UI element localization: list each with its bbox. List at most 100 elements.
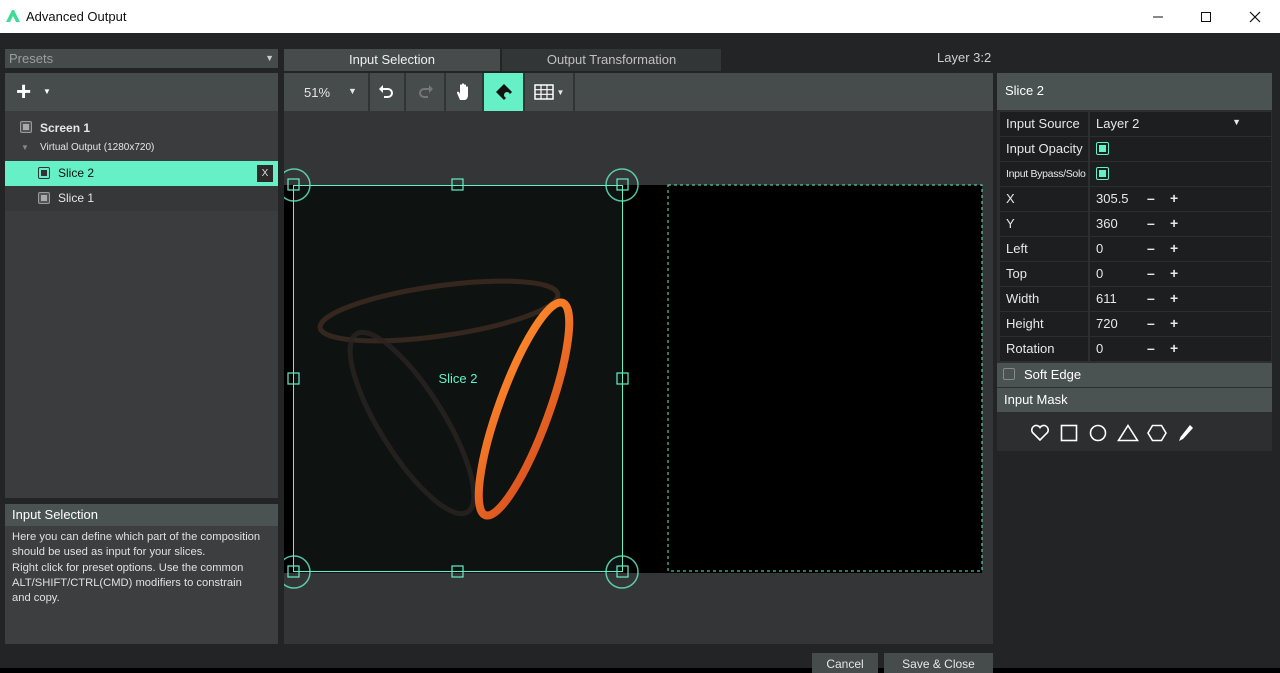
mask-shape-toolbar (997, 415, 1272, 451)
undo-icon (379, 85, 393, 98)
field-label: Height (1000, 312, 1088, 336)
minimize-button[interactable] (1135, 0, 1181, 33)
slice-1-enable-checkbox[interactable] (38, 192, 50, 204)
decrement-button[interactable]: – (1147, 240, 1155, 256)
decrement-button[interactable]: – (1147, 340, 1155, 356)
field-value: 0 (1096, 266, 1104, 281)
app-logo-icon (6, 10, 20, 22)
input-source-select[interactable]: Layer 2 ▼ (1090, 112, 1271, 136)
tab-input-selection[interactable]: Input Selection (284, 49, 500, 71)
soft-edge-row[interactable]: Soft Edge (997, 363, 1272, 387)
increment-button[interactable]: + (1170, 215, 1178, 231)
field-value-input[interactable]: 0 (1090, 337, 1271, 361)
remove-slice-button[interactable]: X (257, 165, 273, 182)
collapse-triangle-icon[interactable]: ▼ (21, 143, 29, 152)
field-value-input[interactable]: 305.5 (1090, 187, 1271, 211)
zoom-dropdown[interactable]: 51% ▼ (284, 73, 368, 111)
field-value: 360 (1096, 216, 1118, 231)
field-row-rotation: Rotation 0 – + (1000, 337, 1271, 361)
input-opacity-cell (1090, 137, 1271, 161)
increment-button[interactable]: + (1170, 290, 1178, 306)
tree-item-slice-1[interactable]: Slice 1 (5, 186, 278, 211)
triangle-icon[interactable] (1117, 424, 1139, 442)
inspector-title: Slice 2 (997, 73, 1272, 110)
soft-edge-checkbox[interactable] (1003, 368, 1015, 380)
screen-enable-checkbox[interactable] (20, 121, 32, 133)
circle-icon[interactable] (1089, 424, 1107, 442)
cancel-button[interactable]: Cancel (812, 653, 878, 673)
input-opacity-label: Input Opacity (1000, 137, 1088, 161)
field-value-input[interactable]: 720 (1090, 312, 1271, 336)
chevron-down-icon: ▼ (265, 53, 274, 63)
screen-label: Screen 1 (40, 121, 91, 135)
square-icon[interactable] (1060, 424, 1078, 442)
decrement-button[interactable]: – (1147, 265, 1155, 281)
toolbar-divider (444, 73, 446, 111)
tree-item-slice-2[interactable]: Slice 2 X (5, 161, 278, 186)
add-menu-caret-icon[interactable]: ▼ (43, 87, 51, 96)
presets-dropdown[interactable]: Presets ▼ (5, 49, 278, 68)
minimize-icon (1153, 16, 1163, 17)
field-value-input[interactable]: 0 (1090, 237, 1271, 261)
field-value-input[interactable]: 0 (1090, 262, 1271, 286)
help-line: Here you can define which part of the co… (12, 531, 261, 543)
field-row-width: Width 611 – + (1000, 287, 1271, 311)
chevron-down-icon: ▼ (348, 86, 357, 96)
redo-button[interactable] (410, 73, 442, 111)
pen-icon[interactable] (1178, 424, 1194, 442)
field-label: Rotation (1000, 337, 1088, 361)
input-bypass-label: Input Bypass/Solo (1000, 162, 1088, 186)
slice-2-enable-checkbox[interactable] (38, 167, 50, 179)
input-opacity-row: Input Opacity (1000, 137, 1271, 161)
help-title: Input Selection (5, 504, 278, 526)
field-value-input[interactable]: 611 (1090, 287, 1271, 311)
slice-1-label: Slice 1 (58, 191, 95, 205)
hexagon-icon[interactable] (1147, 424, 1167, 442)
help-panel: Input Selection Here you can define whic… (5, 504, 278, 644)
field-value: 305.5 (1096, 191, 1129, 206)
input-bypass-row: Input Bypass/Solo (1000, 162, 1271, 186)
grid-menu-button[interactable]: ▼ (525, 73, 573, 111)
field-label: Width (1000, 287, 1088, 311)
help-line: and copy. (12, 592, 60, 605)
inspector-panel: Slice 2 Input Source Layer 2 ▼ Input Opa… (997, 73, 1272, 451)
undo-button[interactable] (370, 73, 402, 111)
input-canvas[interactable]: Slice 2 (284, 111, 993, 644)
input-opacity-checkbox[interactable] (1096, 142, 1109, 155)
decrement-button[interactable]: – (1147, 215, 1155, 231)
presets-value: Presets (9, 51, 54, 66)
decrement-button[interactable]: – (1147, 315, 1155, 331)
decrement-button[interactable]: – (1147, 290, 1155, 306)
help-text: Here you can define which part of the co… (12, 530, 275, 606)
input-bypass-checkbox[interactable] (1096, 167, 1109, 180)
input-bypass-cell (1090, 162, 1271, 186)
increment-button[interactable]: + (1170, 190, 1178, 206)
add-toolbar: + ▼ (5, 73, 278, 111)
decrement-button[interactable]: – (1147, 190, 1155, 206)
output-region-frame (667, 184, 983, 572)
input-mask-header: Input Mask (997, 388, 1272, 412)
increment-button[interactable]: + (1170, 340, 1178, 356)
input-source-value: Layer 2 (1096, 116, 1140, 131)
tree-item-screen[interactable]: Screen 1 (5, 115, 278, 140)
field-value-input[interactable]: 360 (1090, 212, 1271, 236)
increment-button[interactable]: + (1170, 315, 1178, 331)
field-label: Left (1000, 237, 1088, 261)
help-line: Right click for preset options. Use the … (12, 561, 244, 574)
redo-icon (419, 85, 433, 98)
pan-tool-button[interactable] (448, 73, 480, 111)
field-value: 0 (1096, 341, 1104, 356)
field-row-y: Y 360 – + (1000, 212, 1271, 236)
increment-button[interactable]: + (1170, 265, 1178, 281)
add-slice-button[interactable]: + (16, 77, 31, 105)
snap-toggle-button[interactable] (484, 73, 523, 111)
tab-output-transformation[interactable]: Output Transformation (502, 49, 721, 71)
field-value: 720 (1096, 316, 1118, 331)
close-window-button[interactable] (1232, 0, 1278, 33)
maximize-button[interactable] (1183, 0, 1229, 33)
increment-button[interactable]: + (1170, 240, 1178, 256)
heart-icon[interactable] (1030, 424, 1050, 442)
grid-icon (533, 84, 554, 100)
maximize-icon (1201, 11, 1211, 22)
save-close-button[interactable]: Save & Close (884, 653, 993, 673)
